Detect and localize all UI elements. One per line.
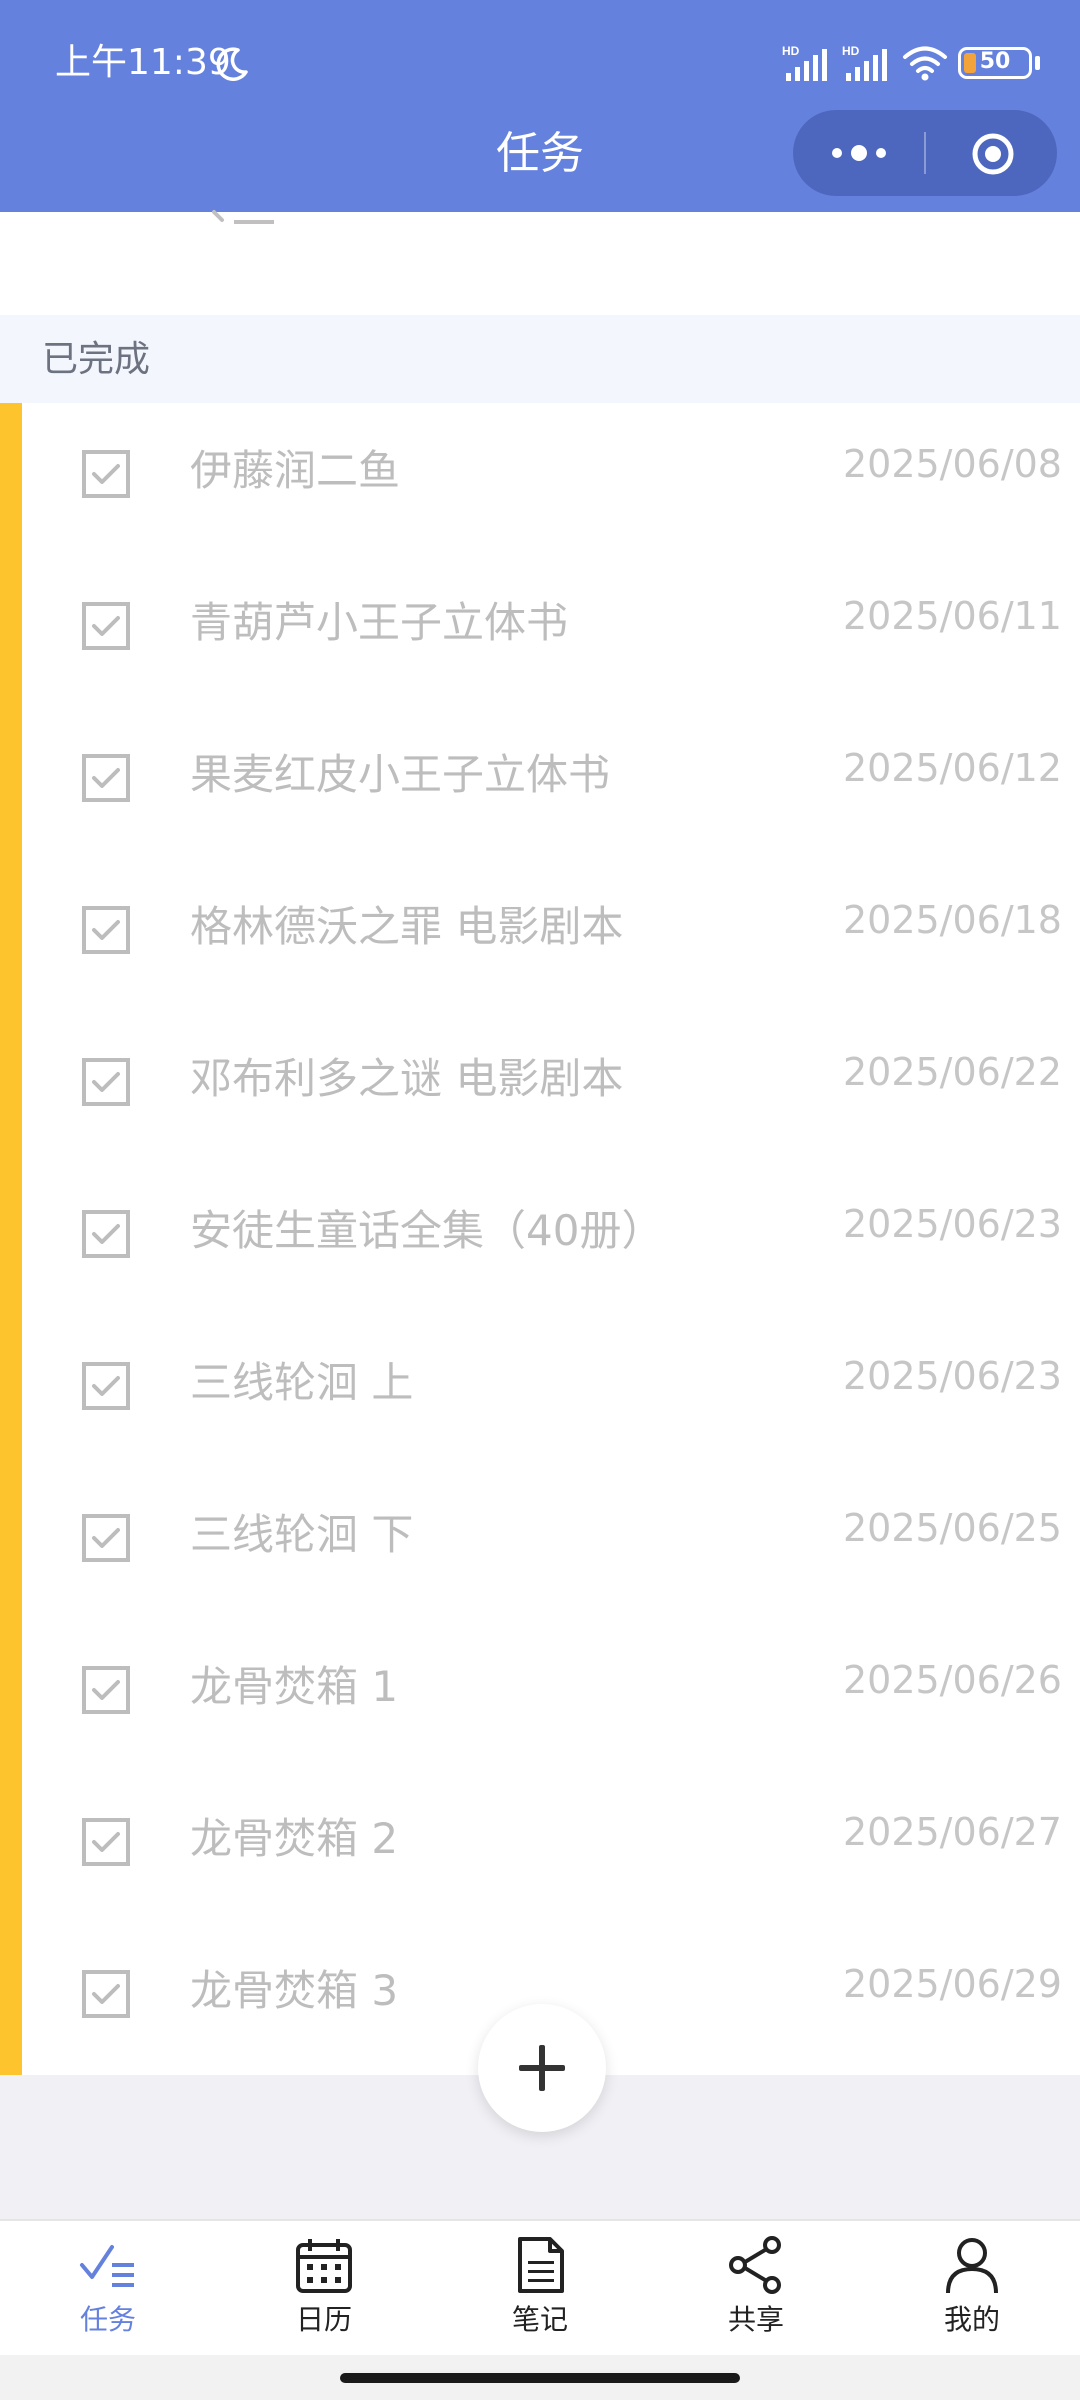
tab-label: 共享: [727, 2303, 784, 2336]
completed-section-header[interactable]: 已完成: [0, 315, 1080, 403]
checklist-icon: [212, 210, 274, 224]
task-date: 2025/06/27: [842, 1810, 1062, 1854]
task-row[interactable]: 三线轮洄 上 2025/06/23: [22, 1315, 1080, 1467]
task-row[interactable]: 龙骨焚箱 1 2025/06/26: [22, 1619, 1080, 1771]
user-icon: [946, 2238, 998, 2294]
checked-checkbox-icon[interactable]: [82, 450, 130, 498]
battery-icon: 50: [958, 47, 1032, 79]
task-row[interactable]: 邓布利多之谜 电影剧本 2025/06/22: [22, 1011, 1080, 1163]
task-date: 2025/06/29: [842, 1962, 1062, 2006]
checklist-icon: [80, 2245, 134, 2287]
tab-label: 我的: [943, 2303, 1000, 2336]
previous-section-remnant: [0, 212, 1080, 315]
more-button[interactable]: [793, 110, 924, 196]
app-header: 上午11:39 HD HD 50 任务: [0, 0, 1080, 212]
checked-checkbox-icon[interactable]: [82, 1210, 130, 1258]
task-date: 2025/06/22: [842, 1050, 1062, 1094]
battery-percent: 50: [979, 49, 1011, 74]
tab-label: 日历: [295, 2303, 352, 2336]
home-indicator-area: [0, 2355, 1080, 2400]
task-title: 安徒生童话全集（40册）: [190, 1206, 664, 1255]
target-close-icon: [972, 133, 1014, 175]
moon-icon: [216, 47, 248, 81]
section-title: 已完成: [42, 339, 151, 380]
calendar-icon: [296, 2239, 352, 2293]
task-row[interactable]: 三线轮洄 下 2025/06/25: [22, 1467, 1080, 1619]
checked-checkbox-icon[interactable]: [82, 1666, 130, 1714]
close-button[interactable]: [926, 110, 1057, 196]
checked-checkbox-icon[interactable]: [82, 1514, 130, 1562]
task-title: 龙骨焚箱 3: [190, 1966, 399, 2015]
tab-calendar[interactable]: 日历: [216, 2221, 432, 2357]
signal-hd-label: HD: [782, 44, 800, 58]
task-date: 2025/06/11: [842, 594, 1062, 638]
task-row[interactable]: 安徒生童话全集（40册） 2025/06/23: [22, 1163, 1080, 1315]
tab-mine[interactable]: 我的: [864, 2221, 1080, 2357]
task-title: 龙骨焚箱 2: [190, 1814, 399, 1863]
checked-checkbox-icon[interactable]: [82, 1362, 130, 1410]
task-title: 格林德沃之罪 电影剧本: [190, 902, 624, 951]
more-icon: [832, 145, 886, 161]
task-title: 伊藤润二鱼: [190, 446, 401, 495]
plus-icon: [519, 2045, 565, 2091]
task-date: 2025/06/23: [842, 1354, 1062, 1398]
task-date: 2025/06/12: [842, 746, 1062, 790]
tab-share[interactable]: 共享: [648, 2221, 864, 2357]
task-date: 2025/06/18: [842, 898, 1062, 942]
status-indicators: HD HD 50: [782, 40, 1040, 86]
tab-tasks[interactable]: 任务: [0, 2221, 216, 2357]
checked-checkbox-icon[interactable]: [82, 1970, 130, 2018]
task-title: 青葫芦小王子立体书: [190, 598, 569, 647]
checked-checkbox-icon[interactable]: [82, 1818, 130, 1866]
home-indicator[interactable]: [340, 2373, 740, 2383]
task-row[interactable]: 龙骨焚箱 2 2025/06/27: [22, 1771, 1080, 1923]
task-date: 2025/06/26: [842, 1658, 1062, 1702]
task-date: 2025/06/25: [842, 1506, 1062, 1550]
checked-checkbox-icon[interactable]: [82, 1058, 130, 1106]
task-row[interactable]: 格林德沃之罪 电影剧本 2025/06/18: [22, 859, 1080, 1011]
task-row[interactable]: 伊藤润二鱼 2025/06/08: [22, 403, 1080, 555]
task-title: 三线轮洄 上: [190, 1358, 414, 1407]
tab-notes[interactable]: 笔记: [432, 2221, 648, 2357]
task-date: 2025/06/08: [842, 442, 1062, 486]
task-title: 三线轮洄 下: [190, 1510, 414, 1559]
task-row[interactable]: 青葫芦小王子立体书 2025/06/11: [22, 555, 1080, 707]
share-icon: [729, 2236, 781, 2294]
battery-tip: [1035, 56, 1040, 70]
bottom-tab-bar: 任务 日历 笔记 共享 我的: [0, 2219, 1080, 2355]
completed-task-list: 伊藤润二鱼 2025/06/08 青葫芦小王子立体书 2025/06/11 果麦红皮小王…: [0, 403, 1080, 2075]
accent-bar: [0, 403, 22, 2075]
checked-checkbox-icon[interactable]: [82, 602, 130, 650]
checked-checkbox-icon[interactable]: [82, 906, 130, 954]
task-title: 果麦红皮小王子立体书: [190, 750, 611, 799]
task-title: 邓布利多之谜 电影剧本: [190, 1054, 624, 1103]
add-task-button[interactable]: [478, 2004, 606, 2132]
task-title: 龙骨焚箱 1: [190, 1662, 399, 1711]
signal-hd-label: HD: [842, 44, 860, 58]
mini-program-capsule: [793, 110, 1057, 196]
tab-label: 笔记: [511, 2303, 568, 2336]
tab-label: 任务: [79, 2303, 136, 2336]
status-time: 上午11:39: [55, 42, 231, 83]
document-icon: [518, 2237, 564, 2293]
signal-icon: HD: [842, 44, 887, 81]
wifi-icon: [903, 46, 947, 81]
task-date: 2025/06/23: [842, 1202, 1062, 1246]
signal-icon: HD: [782, 44, 827, 81]
task-row[interactable]: 果麦红皮小王子立体书 2025/06/12: [22, 707, 1080, 859]
checked-checkbox-icon[interactable]: [82, 754, 130, 802]
